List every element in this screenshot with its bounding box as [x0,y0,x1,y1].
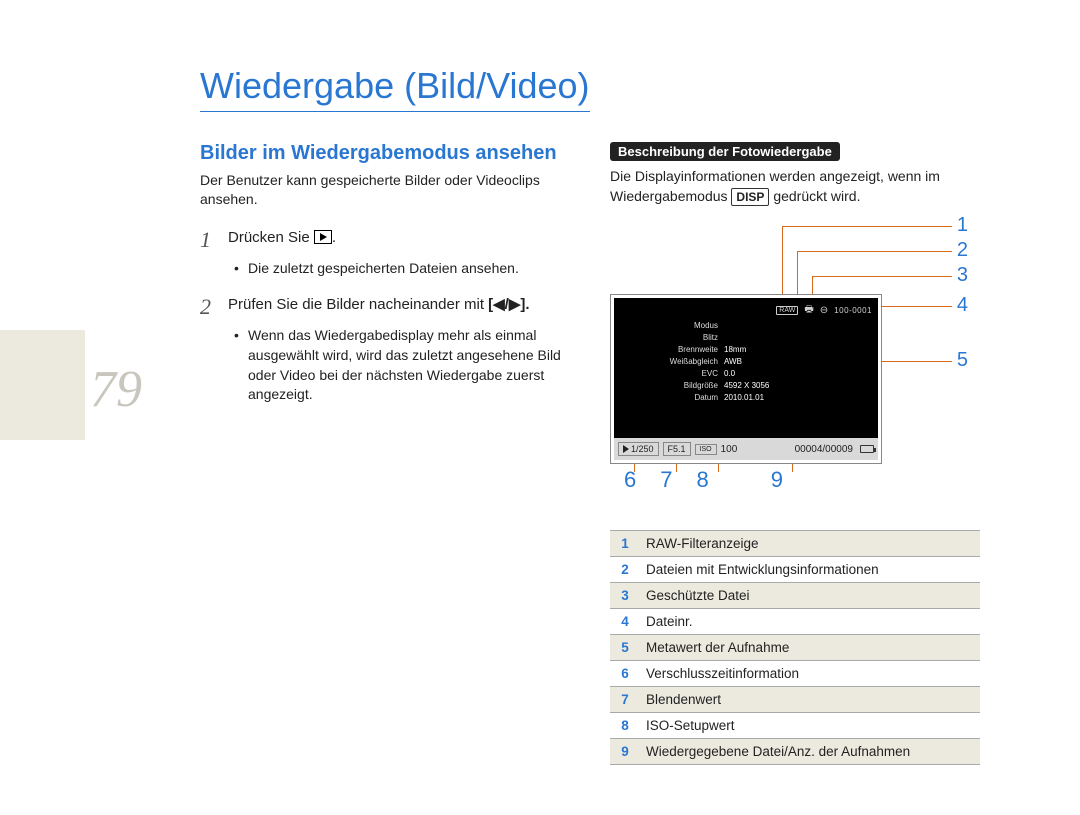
callout-9: 9 [771,467,783,493]
printer-icon: 🖶 [804,302,813,319]
table-row: 2Dateien mit Entwicklungsinformationen [610,557,980,583]
description-text: Die Displayinformationen werden angezeig… [610,167,980,206]
display-diagram: 1 2 3 4 5 [610,214,980,514]
meta-value: 18mm [724,345,746,354]
callout-2: 2 [957,239,968,262]
disp-button-icon: DISP [731,188,769,207]
raw-filter-icon: RAW [776,306,798,315]
step-text: Drücken Sie . [228,227,336,253]
callout-1: 1 [957,214,968,237]
intro-text: Der Benutzer kann gespeicherte Bilder od… [200,171,580,209]
legend-text: Blendenwert [640,687,980,713]
callout-4: 4 [957,294,968,317]
page-title: Wiedergabe (Bild/Video) [200,65,590,112]
bottom-callouts: 6 7 8 9 [620,467,783,493]
table-row: 5Metawert der Aufnahme [610,635,980,661]
side-tab [0,330,85,440]
table-row: 9Wiedergegebene Datei/Anz. der Aufnahmen [610,739,980,765]
table-row: 1RAW-Filteranzeige [610,531,980,557]
callout-5: 5 [957,349,968,372]
desc-after: gedrückt wird. [773,188,860,204]
meta-label: Bildgröße [669,380,724,392]
legend-num: 5 [610,635,640,661]
legend-text: Wiedergegebene Datei/Anz. der Aufnahmen [640,739,980,765]
legend-table: 1RAW-Filteranzeige 2Dateien mit Entwickl… [610,530,980,765]
meta-label: Weißabgleich [669,356,724,368]
iso-value: 100 [721,444,738,455]
step-2-bullets: Wenn das Wiedergabedisplay mehr als einm… [234,326,580,404]
legend-num: 7 [610,687,640,713]
meta-label: Modus [669,320,724,332]
legend-text: RAW-Filteranzeige [640,531,980,557]
page-number: 79 [90,360,142,419]
legend-text: Dateien mit Entwicklungsinformationen [640,557,980,583]
step-2: 2 Prüfen Sie die Bilder nacheinander mit… [200,294,580,320]
step-1: 1 Drücken Sie . [200,227,580,253]
arrow-keys: [◀/▶]. [488,296,529,313]
step-number: 2 [200,294,218,320]
legend-text: ISO-Setupwert [640,713,980,739]
legend-num: 8 [610,713,640,739]
legend-num: 1 [610,531,640,557]
legend-num: 9 [610,739,640,765]
lock-icon: ⊖ [820,305,828,316]
legend-text: Metawert der Aufnahme [640,635,980,661]
meta-label: Datum [669,392,724,404]
legend-num: 6 [610,661,640,687]
table-row: 4Dateinr. [610,609,980,635]
screen-inner: RAW 🖶 ⊖ 100-0001 Modus Blitz Brennweite1… [614,298,878,438]
frame-count: 00004/00009 [795,444,853,455]
callout-8: 8 [697,467,709,493]
callout-3: 3 [957,264,968,287]
bullet-item: Wenn das Wiedergabedisplay mehr als einm… [234,326,580,404]
meta-value: 0.0 [724,369,735,378]
meta-value: 2010.01.01 [724,393,764,402]
section-pill: Beschreibung der Fotowiedergabe [610,142,840,161]
table-row: 7Blendenwert [610,687,980,713]
meta-value: 4592 X 3056 [724,381,769,390]
callout-7: 7 [660,467,672,493]
aperture-cell: F5.1 [663,442,691,456]
main-content: Wiedergabe (Bild/Video) Bilder im Wieder… [200,65,980,765]
callout-6: 6 [624,467,636,493]
step-number: 1 [200,227,218,253]
legend-text: Geschützte Datei [640,583,980,609]
table-row: 3Geschützte Datei [610,583,980,609]
meta-value: AWB [724,357,742,366]
meta-label: Brennweite [669,344,724,356]
section-subhead: Bilder im Wiedergabemodus ansehen [200,142,580,165]
meta-grid: Modus Blitz Brennweite18mm WeißabgleichA… [669,320,769,404]
step-text: Prüfen Sie die Bilder nacheinander mit [… [228,294,530,320]
info-strip: 1/250 F5.1 ISO 100 00004/00009 [614,438,878,460]
play-icon [623,445,629,453]
file-number: 100-0001 [834,306,872,315]
step-1-label: Drücken Sie [228,229,314,246]
left-column: Bilder im Wiedergabemodus ansehen Der Be… [200,142,580,765]
shutter-value: 1/250 [631,444,654,454]
play-button-icon [314,229,332,250]
step-1-bullets: Die zuletzt gespeicherten Dateien ansehe… [234,259,580,279]
table-row: 8ISO-Setupwert [610,713,980,739]
step-2-label-before: Prüfen Sie die Bilder nacheinander mit [228,296,488,313]
bullet-item: Die zuletzt gespeicherten Dateien ansehe… [234,259,580,279]
camera-screen: RAW 🖶 ⊖ 100-0001 Modus Blitz Brennweite1… [610,294,882,464]
table-row: 6Verschlusszeitinformation [610,661,980,687]
legend-num: 3 [610,583,640,609]
legend-text: Verschlusszeitinformation [640,661,980,687]
legend-num: 2 [610,557,640,583]
meta-label: Blitz [669,332,724,344]
iso-label-cell: ISO [695,444,717,455]
right-column: Beschreibung der Fotowiedergabe Die Disp… [610,142,980,765]
shutter-cell: 1/250 [618,442,659,456]
meta-label: EVC [669,368,724,380]
top-icon-row: RAW 🖶 ⊖ 100-0001 [776,302,872,319]
legend-num: 4 [610,609,640,635]
battery-icon [860,445,874,453]
legend-text: Dateinr. [640,609,980,635]
